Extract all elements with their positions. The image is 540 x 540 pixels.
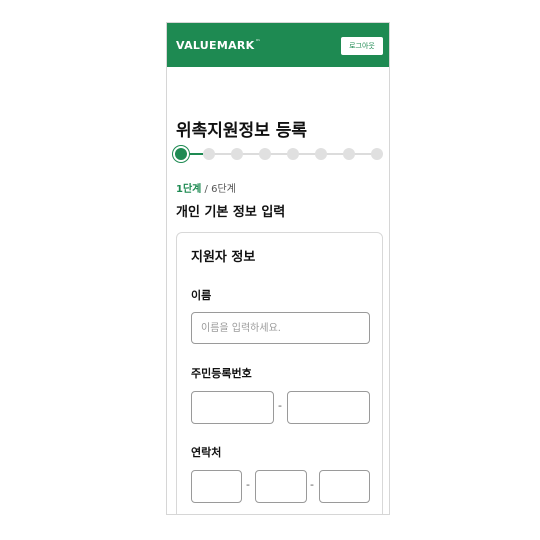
applicant-info-card: 지원자 정보 이름 주민등록번호 - 연락처 - - — [176, 232, 383, 514]
phone-dash-1: - — [246, 478, 250, 491]
name-label: 이름 — [191, 289, 212, 302]
rrn-dash: - — [278, 399, 282, 412]
name-input[interactable] — [191, 312, 370, 344]
step-dot-7 — [343, 148, 355, 160]
step-dot-3 — [231, 148, 243, 160]
step-dot-1 — [175, 148, 187, 160]
step-counter: 1단계 / 6단계 — [176, 184, 236, 195]
section-title: 개인 기본 정보 입력 — [176, 205, 286, 220]
rrn-front-input[interactable] — [191, 391, 274, 424]
app-header: VALUEMARK™ 로그아웃 — [167, 23, 389, 67]
phone-label: 연락처 — [191, 446, 222, 459]
brand-logo: VALUEMARK™ — [176, 39, 261, 52]
phone-part2-input[interactable] — [255, 470, 307, 503]
phone-part3-input[interactable] — [319, 470, 370, 503]
rrn-back-input[interactable] — [287, 391, 370, 424]
phone-part1-input[interactable] — [191, 470, 242, 503]
logout-button[interactable]: 로그아웃 — [341, 37, 383, 55]
step-dot-2 — [203, 148, 215, 160]
step-dot-6 — [315, 148, 327, 160]
rrn-label: 주민등록번호 — [191, 367, 252, 380]
step-dot-8 — [371, 148, 383, 160]
step-dot-5 — [287, 148, 299, 160]
current-step: 1단계 — [176, 184, 202, 195]
progress-stepper — [175, 147, 385, 161]
mobile-frame: VALUEMARK™ 로그아웃 위촉지원정보 등록 1단계 / 6단계 개인 기… — [166, 22, 390, 515]
phone-dash-2: - — [310, 478, 314, 491]
total-steps: 6단계 — [211, 184, 236, 195]
card-title: 지원자 정보 — [191, 250, 256, 265]
step-dot-4 — [259, 148, 271, 160]
page-title: 위촉지원정보 등록 — [176, 121, 308, 141]
